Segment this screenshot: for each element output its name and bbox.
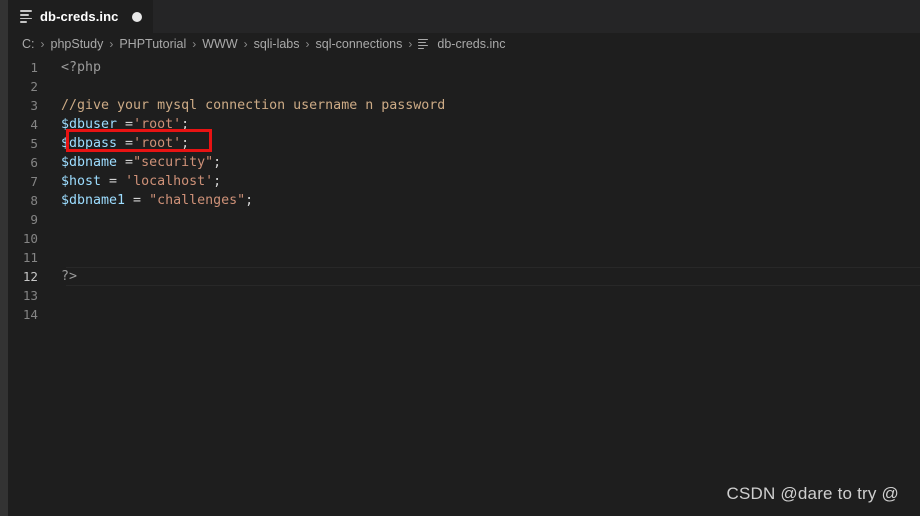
- code-line-text[interactable]: //give your mysql connection username n …: [52, 96, 920, 115]
- code-token: //give your mysql connection username n …: [61, 98, 446, 113]
- breadcrumb-separator: ›: [408, 37, 413, 51]
- code-line-text[interactable]: [52, 286, 920, 305]
- code-token: ;: [213, 174, 222, 189]
- code-line-text[interactable]: [52, 210, 920, 229]
- code-token: 'localhost': [125, 174, 214, 189]
- code-token: ;: [181, 136, 190, 151]
- code-token: 'root': [133, 117, 182, 132]
- code-token: $host: [61, 174, 102, 189]
- code-token: $dbpass: [61, 136, 118, 151]
- code-line-10[interactable]: 10: [0, 229, 920, 248]
- code-line-text[interactable]: $dbuser ='root';: [52, 115, 920, 134]
- code-line-text[interactable]: <?php: [52, 58, 920, 77]
- breadcrumb-separator: ›: [192, 37, 197, 51]
- code-line-5[interactable]: 5 $dbpass ='root';: [0, 134, 920, 153]
- breadcrumb-item-label: phpStudy: [50, 37, 104, 51]
- breadcrumb-item-label: sqli-labs: [253, 37, 300, 51]
- code-line-text[interactable]: [52, 305, 920, 324]
- code-line-14[interactable]: 14: [0, 305, 920, 324]
- code-token: "challenges": [149, 193, 246, 208]
- code-token: 'root': [133, 136, 182, 151]
- code-token: ;: [245, 193, 254, 208]
- code-line-11[interactable]: 11: [0, 248, 920, 267]
- code-line-8[interactable]: 8 $dbname1 = "challenges";: [0, 191, 920, 210]
- code-token: $dbname1: [61, 193, 126, 208]
- code-line-2[interactable]: 2: [0, 77, 920, 96]
- breadcrumb-item-label: sql-connections: [315, 37, 403, 51]
- breadcrumb-item-label: PHPTutorial: [119, 37, 187, 51]
- code-line-1[interactable]: 1 <?php: [0, 58, 920, 77]
- breadcrumb-separator: ›: [243, 37, 248, 51]
- breadcrumb-item-db-creds-inc[interactable]: db-creds.inc: [418, 37, 505, 51]
- breadcrumb-item-label: db-creds.inc: [437, 37, 506, 51]
- code-token: =: [117, 155, 134, 170]
- code-line-text[interactable]: $dbpass ='root';: [52, 134, 920, 153]
- code-line-text[interactable]: [52, 77, 920, 96]
- breadcrumb-item-phptutorial[interactable]: PHPTutorial: [119, 37, 186, 51]
- breadcrumb: C: › phpStudy › PHPTutorial › WWW › sqli-labs › sq…: [0, 33, 920, 55]
- code-line-text[interactable]: ?>: [52, 267, 920, 286]
- breadcrumb-separator: ›: [40, 37, 45, 51]
- code-line-text[interactable]: $dbname1 = "challenges";: [52, 191, 920, 210]
- code-line-3[interactable]: 3//give your mysql connection username n…: [0, 96, 920, 115]
- breadcrumb-item-c[interactable]: C:: [22, 37, 35, 51]
- code-token: =: [117, 136, 134, 151]
- code-line-text[interactable]: $dbname ="security";: [52, 153, 920, 172]
- code-line-13[interactable]: 13: [0, 286, 920, 305]
- code-token: =: [101, 174, 126, 189]
- code-token: ?>: [61, 269, 78, 284]
- code-line-7[interactable]: 7 $host = 'localhost';: [0, 172, 920, 191]
- code-token: $dbuser: [61, 117, 118, 132]
- code-line-12[interactable]: 12 ?>: [0, 267, 920, 286]
- editor-tab-db-creds-inc[interactable]: db-creds.inc: [8, 0, 153, 33]
- breadcrumb-item-phpstudy[interactable]: phpStudy: [51, 37, 104, 51]
- activity-bar-strip: [0, 0, 8, 516]
- code-line-4[interactable]: 4 $dbuser ='root';: [0, 115, 920, 134]
- code-token: "security": [133, 155, 214, 170]
- code-token: <?php: [61, 60, 102, 75]
- tab-label: db-creds.inc: [40, 9, 119, 24]
- watermark-text: CSDN @dare to try @: [726, 484, 899, 503]
- breadcrumb-item-sql-connections[interactable]: sql-connections: [316, 37, 403, 51]
- editor-tab-bar: db-creds.inc: [0, 0, 920, 33]
- code-token: ;: [181, 117, 190, 132]
- code-lines: 1 <?php 2 3//give your mysql connection use…: [0, 55, 920, 324]
- breadcrumb-item-label: C:: [22, 37, 35, 51]
- code-line-9[interactable]: 9: [0, 210, 920, 229]
- code-editor[interactable]: 1 <?php 2 3//give your mysql connection use…: [0, 55, 920, 516]
- code-line-text[interactable]: [52, 248, 920, 267]
- code-line-text[interactable]: [52, 229, 920, 248]
- code-line-6[interactable]: 6 $dbname ="security";: [0, 153, 920, 172]
- code-token: $dbname: [61, 155, 118, 170]
- code-line-text[interactable]: $host = 'localhost';: [52, 172, 920, 191]
- code-token: =: [117, 117, 134, 132]
- breadcrumb-separator: ›: [109, 37, 114, 51]
- breadcrumb-item-label: WWW: [202, 37, 238, 51]
- breadcrumb-item-sqli-labs[interactable]: sqli-labs: [254, 37, 300, 51]
- breadcrumb-separator: ›: [305, 37, 310, 51]
- unsaved-dot-icon[interactable]: [131, 11, 142, 22]
- code-token: ;: [213, 155, 222, 170]
- file-lines-icon: [418, 38, 430, 50]
- breadcrumb-item-www[interactable]: WWW: [202, 37, 237, 51]
- code-token: =: [125, 193, 150, 208]
- vscode-window: db-creds.inc C: › phpStudy › PHPTutorial › WWW…: [0, 0, 920, 516]
- file-lines-icon: [20, 10, 34, 24]
